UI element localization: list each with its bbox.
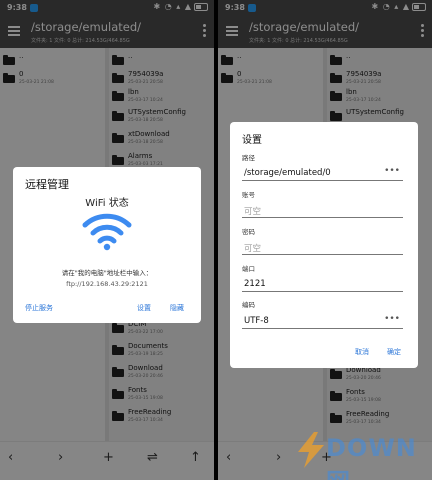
account-placeholder: 可空 [244, 207, 262, 217]
remote-manage-dialog: 远程管理 WiFi 状态 请在"我的电脑"地址栏中输入： ftp://192.1… [13, 167, 201, 323]
path-label: 路径 [242, 154, 255, 162]
hide-button[interactable]: 隐藏 [170, 303, 184, 313]
stop-service-button[interactable]: 停止服务 [25, 303, 53, 313]
path-field[interactable]: /storage/emulated/0 ••• [242, 166, 403, 181]
ok-button[interactable]: 确定 [387, 347, 401, 357]
encoding-field[interactable]: UTF-8 ••• [242, 314, 403, 329]
wifi-status-label: WiFi 状态 [85, 198, 129, 209]
dialog-title: 远程管理 [25, 178, 69, 191]
settings-button[interactable]: 设置 [137, 303, 151, 313]
account-label: 账号 [242, 191, 255, 199]
ftp-address: ftp://192.168.43.29:2121 [66, 280, 148, 288]
path-browse-icon[interactable]: ••• [384, 166, 400, 176]
port-label: 端口 [242, 265, 255, 273]
path-value: /storage/emulated/0 [244, 168, 331, 178]
watermark-logo [298, 432, 324, 468]
encoding-select-icon[interactable]: ••• [384, 314, 400, 324]
phone-right: 9:38 ✱ ◔ ▴ ▲ /storage/emulated/ 文件夹: 1 文… [218, 0, 432, 480]
cancel-button[interactable]: 取消 [355, 347, 369, 357]
password-label: 密码 [242, 228, 255, 236]
account-field[interactable]: 可空 [242, 203, 403, 218]
watermark-text: DOWN网 [326, 434, 417, 480]
phone-left: 9:38 ✱ ◔ ▴ ▲ /storage/emulated/ 文件夹: 1 文… [0, 0, 214, 480]
password-field[interactable]: 可空 [242, 240, 403, 255]
ftp-hint: 请在"我的电脑"地址栏中输入： [61, 269, 153, 277]
encoding-value: UTF-8 [244, 316, 269, 326]
encoding-label: 编码 [242, 301, 255, 309]
wifi-icon [82, 213, 132, 251]
watermark: DOWN网 [294, 430, 424, 480]
port-value: 2121 [244, 279, 266, 289]
dialog-title: 设置 [242, 135, 262, 146]
port-field[interactable]: 2121 [242, 277, 403, 292]
ftp-settings-dialog: 设置 路径 /storage/emulated/0 ••• 账号 可空 密码 可… [230, 122, 418, 368]
password-placeholder: 可空 [244, 244, 262, 254]
